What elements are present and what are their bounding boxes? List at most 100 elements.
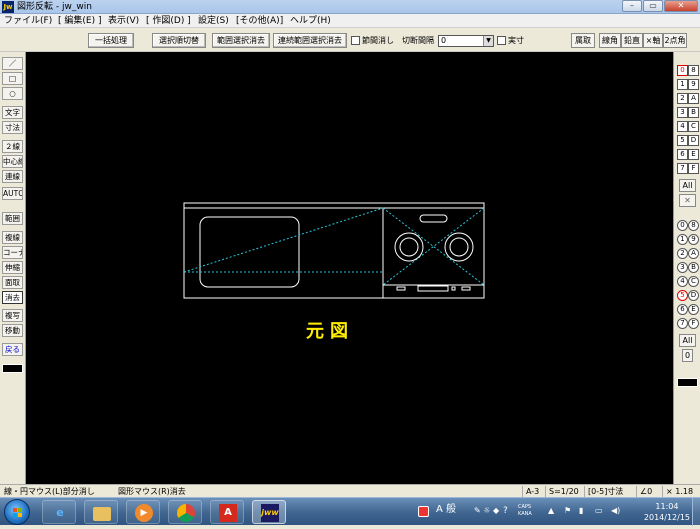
help-icon[interactable]: ? (503, 506, 508, 516)
paper-size-button[interactable]: A-3 (522, 486, 539, 497)
layer-group-3-button[interactable]: 3 (677, 262, 688, 273)
system-clock[interactable]: 11:04 2014/12/15 (644, 501, 690, 523)
tool-rectangle[interactable]: □ (2, 72, 23, 85)
select-order-toggle-button[interactable]: 選択順切替 (152, 33, 206, 48)
ime-mode[interactable]: A 般 (436, 505, 456, 515)
layer-group-4-button[interactable]: 4 (677, 276, 688, 287)
layer-group-a-button[interactable]: A (688, 248, 699, 259)
attribute-pick-button[interactable]: 属取 (571, 33, 595, 48)
cut-interval-select[interactable]: 0 ▼ (438, 35, 494, 47)
layer-status-button[interactable]: [0-5]寸法 (584, 486, 623, 497)
layer-3-button[interactable]: 3 (677, 107, 688, 118)
taskbar-chrome[interactable] (168, 500, 202, 524)
tool-circle[interactable]: ○ (2, 87, 23, 100)
close-button[interactable]: ✕ (664, 0, 698, 12)
node-erase-checkbox[interactable] (351, 36, 360, 45)
layer-group-8-button[interactable]: 8 (688, 220, 699, 231)
network-icon[interactable]: ▮ (579, 506, 583, 516)
chevron-down-icon[interactable]: ▼ (483, 36, 493, 46)
layer-all-button[interactable]: All (679, 179, 696, 192)
minimize-button[interactable]: – (622, 0, 642, 12)
range-select-delete-button[interactable]: 範囲選択消去 (212, 33, 270, 48)
tool-center-line[interactable]: 中心線 (2, 155, 23, 168)
flag-icon[interactable]: ⚑ (564, 506, 571, 516)
layer-4-button[interactable]: 4 (677, 121, 688, 132)
vertical-button[interactable]: 鉛直 (621, 33, 643, 48)
ime-tools-icon[interactable]: ✎ ☼ ◆ (474, 506, 499, 516)
menu-view[interactable]: 表示(V) (108, 14, 139, 28)
zoom-status[interactable]: × 1.18 (662, 486, 693, 497)
monitor-icon[interactable]: ▭ (595, 506, 603, 516)
menu-draw[interactable]: [ 作図(D) ] (146, 14, 191, 28)
menu-file[interactable]: ファイル(F) (4, 14, 52, 28)
layer-group-6-button[interactable]: 6 (677, 304, 688, 315)
tool-double-line[interactable]: ２線 (2, 140, 23, 153)
menu-settings[interactable]: 設定(S) (198, 14, 229, 28)
menu-help[interactable]: ヘルプ(H) (290, 14, 331, 28)
layer-f-button[interactable]: F (688, 163, 699, 174)
taskbar-ie[interactable]: e (42, 500, 76, 524)
layer-1-button[interactable]: 1 (677, 79, 688, 90)
layer-group-b-button[interactable]: B (688, 262, 699, 273)
tool-text[interactable]: 文字 (2, 106, 23, 119)
menu-other[interactable]: [その他(A)] (236, 14, 283, 28)
volume-icon[interactable]: ◀) (611, 506, 620, 516)
scale-button[interactable]: S=1/20 (545, 486, 579, 497)
tool-stretch[interactable]: 伸縮 (2, 261, 23, 274)
layer-group-c-button[interactable]: C (688, 276, 699, 287)
tray-expand-icon[interactable]: ▲ (548, 506, 554, 516)
layer-8-button[interactable]: 8 (688, 65, 699, 76)
line-type-swatch[interactable] (2, 364, 23, 373)
tool-dimension[interactable]: 寸法 (2, 121, 23, 134)
layer-d-button[interactable]: D (688, 135, 699, 146)
taskbar-media-player[interactable]: ▶ (126, 500, 160, 524)
layer-2-button[interactable]: 2 (677, 93, 688, 104)
line-angle-button[interactable]: 線角 (599, 33, 621, 48)
layer-6-button[interactable]: 6 (677, 149, 688, 160)
layer-b-button[interactable]: B (688, 107, 699, 118)
two-point-angle-button[interactable]: 2点角 (663, 33, 687, 48)
tool-line[interactable]: ／ (2, 57, 23, 70)
layer-e-button[interactable]: E (688, 149, 699, 160)
actual-size-checkbox[interactable] (497, 36, 506, 45)
tool-undo[interactable]: 戻る (2, 343, 23, 356)
layer-group-7-button[interactable]: 7 (677, 318, 688, 329)
layer-group-f-button[interactable]: F (688, 318, 699, 329)
layer-x-button[interactable]: ✕ (679, 194, 696, 207)
layer-group-zero-button[interactable]: 0 (682, 349, 693, 362)
taskbar-explorer[interactable] (84, 500, 118, 524)
batch-process-button[interactable]: 一括処理 (88, 33, 134, 48)
layer-group-2-button[interactable]: 2 (677, 248, 688, 259)
layer-9-button[interactable]: 9 (688, 79, 699, 90)
menu-edit[interactable]: [ 編集(E) ] (58, 14, 101, 28)
layer-group-5-button[interactable]: 5 (677, 290, 688, 301)
continuous-range-delete-button[interactable]: 連続範囲選択消去 (273, 33, 347, 48)
layer-group-all-button[interactable]: All (679, 334, 696, 347)
layer-group-9-button[interactable]: 9 (688, 234, 699, 245)
tool-parallel[interactable]: 複線 (2, 231, 23, 244)
taskbar-jw-cad[interactable]: jww (252, 500, 286, 524)
maximize-button[interactable]: ▭ (643, 0, 663, 12)
layer-c-button[interactable]: C (688, 121, 699, 132)
layer-group-1-button[interactable]: 1 (677, 234, 688, 245)
layer-5-button[interactable]: 5 (677, 135, 688, 146)
taskbar-acrobat[interactable]: A (210, 500, 244, 524)
tool-continuous-line[interactable]: 連線 (2, 170, 23, 183)
start-button[interactable] (4, 499, 30, 525)
ime-status-icon[interactable] (418, 506, 429, 517)
angle-status[interactable]: ∠0 (636, 486, 652, 497)
layer-a-button[interactable]: A (688, 93, 699, 104)
tool-copy[interactable]: 複写 (2, 309, 23, 322)
layer-7-button[interactable]: 7 (677, 163, 688, 174)
layer-group-d-button[interactable]: D (688, 290, 699, 301)
show-desktop-button[interactable] (692, 498, 700, 526)
x-axis-button[interactable]: ×軸 (643, 33, 663, 48)
tool-range[interactable]: 範囲 (2, 212, 23, 225)
layer-0-button[interactable]: 0 (677, 65, 688, 76)
layer-group-0-button[interactable]: 0 (677, 220, 688, 231)
layer-group-e-button[interactable]: E (688, 304, 699, 315)
layer-swatch[interactable] (677, 378, 698, 387)
tool-erase[interactable]: 消去 (2, 291, 23, 304)
tool-move[interactable]: 移動 (2, 324, 23, 337)
tool-auto[interactable]: AUTO (2, 187, 23, 200)
